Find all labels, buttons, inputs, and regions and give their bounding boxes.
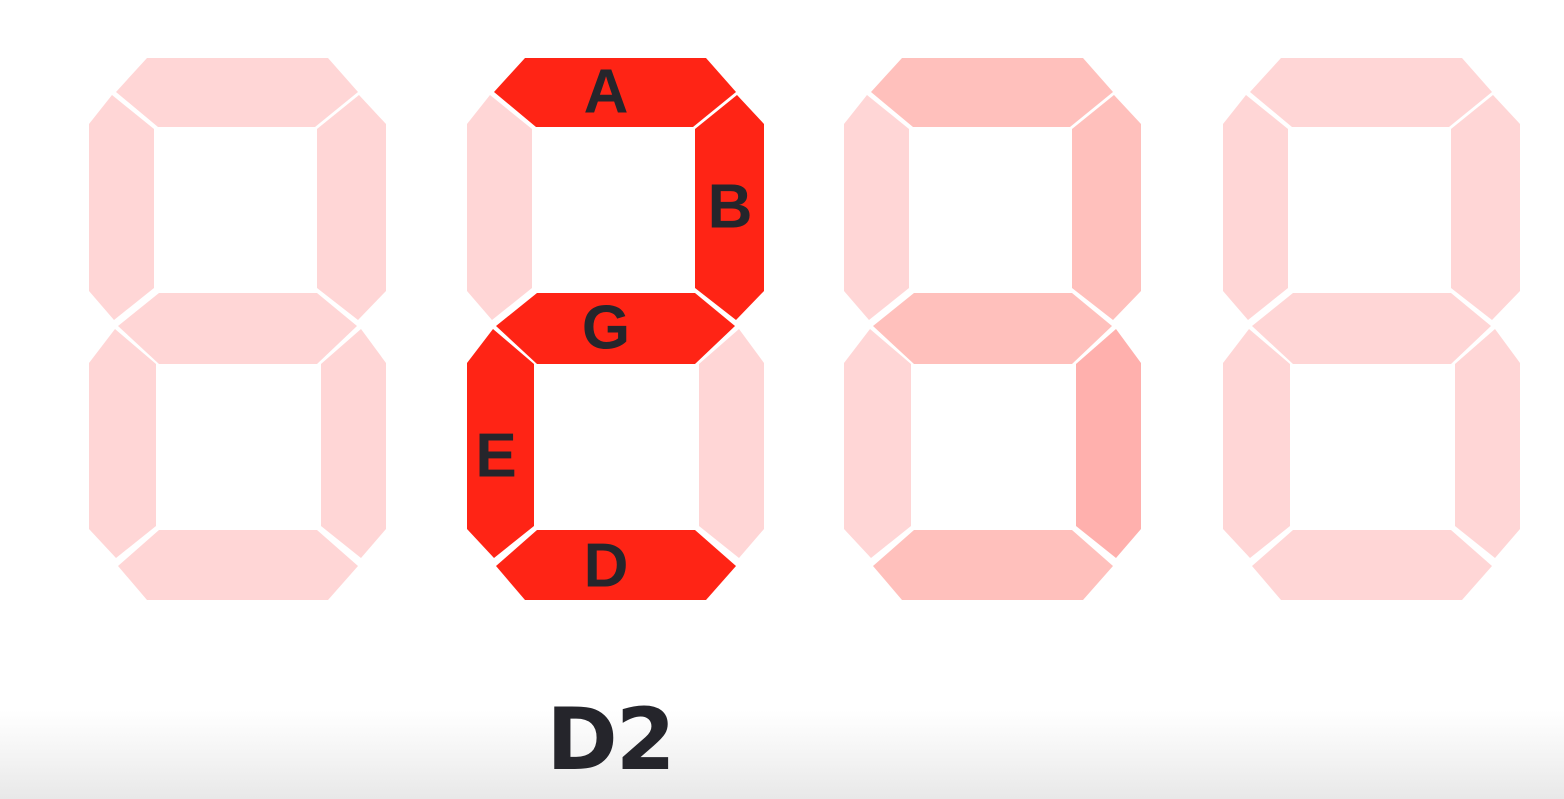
segment-label-b: B <box>708 173 753 242</box>
segment-b-d4 <box>1451 95 1520 320</box>
segment-c-d1 <box>321 329 386 558</box>
segment-a-d1 <box>116 58 358 127</box>
digit-d2: A B GED <box>467 58 764 601</box>
segment-c-d3 <box>1076 329 1141 558</box>
segment-c-d4 <box>1455 329 1520 558</box>
segment-b-d3 <box>1072 95 1141 320</box>
digit-d3 <box>844 58 1141 600</box>
segment-e-d4 <box>1223 329 1290 558</box>
segment-g-d3 <box>873 293 1112 364</box>
segment-label-e: E <box>475 422 516 491</box>
segment-f-d2 <box>467 95 532 320</box>
segment-label-d: D <box>584 532 629 601</box>
stage: A B GED D2 <box>0 0 1564 799</box>
segment-g-d4 <box>1252 293 1491 364</box>
segment-f-d3 <box>844 95 909 320</box>
segment-c-d2 <box>699 329 764 558</box>
segment-a-d3 <box>871 58 1113 127</box>
segment-d-d4 <box>1252 530 1492 600</box>
segment-d-d1 <box>118 530 358 600</box>
seven-segment-display: A B GED <box>89 58 1520 601</box>
segment-b-d1 <box>317 95 386 320</box>
digit-caption: D2 <box>546 690 675 790</box>
segment-a-d4 <box>1250 58 1492 127</box>
segment-f-d1 <box>89 95 154 320</box>
digit-d1 <box>89 58 386 600</box>
segment-g-d1 <box>118 293 357 364</box>
segment-label-a: A <box>584 58 629 127</box>
segment-label-g: G <box>582 294 630 363</box>
segment-e-d3 <box>844 329 911 558</box>
segment-e-d1 <box>89 329 156 558</box>
segment-f-d4 <box>1223 95 1288 320</box>
segment-d-d3 <box>873 530 1113 600</box>
digit-d4 <box>1223 58 1520 600</box>
